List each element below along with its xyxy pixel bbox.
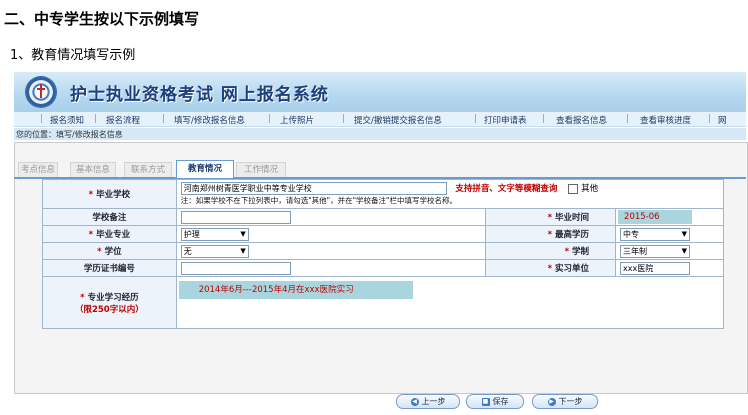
- tab-basic-info[interactable]: 基本信息: [70, 162, 116, 177]
- required-mark: *: [547, 230, 553, 240]
- nav-review-progress[interactable]: 查看审核进度: [640, 114, 691, 126]
- degree-level-select[interactable]: 中专 ▼: [620, 227, 691, 241]
- nav-separator: |: [626, 114, 629, 124]
- nav-more[interactable]: 网: [718, 114, 727, 126]
- experience-limit: （限250字以内）: [74, 304, 144, 315]
- breadcrumb: 您的位置：填写/修改报名信息: [14, 128, 746, 140]
- major-label: 毕业专业: [96, 230, 131, 240]
- degree-select[interactable]: 无 ▼: [180, 244, 249, 258]
- nav-separator: |: [40, 114, 43, 124]
- save-label: 保存: [492, 397, 509, 406]
- chevron-down-icon: ▼: [681, 229, 688, 238]
- arrow-left-icon: ◀: [410, 397, 419, 406]
- required-mark: *: [88, 190, 94, 200]
- chevron-down-icon: ▼: [240, 246, 246, 255]
- length-select-value: 三年制: [623, 246, 648, 256]
- required-mark: *: [564, 247, 570, 257]
- school-label-cell: * 毕业学校: [42, 179, 177, 209]
- degree-select-value: 无: [183, 246, 192, 256]
- internship-label-cell: * 实习单位: [485, 259, 617, 277]
- site-title: 护士执业资格考试 网上报名系统: [70, 85, 329, 105]
- top-navigation: | 报名须知 | 报名流程 | 填写/修改报名信息 | 上传照片 | 提交/撤销…: [14, 112, 746, 127]
- degree-label-cell: * 学位: [42, 242, 177, 260]
- cert-no-input[interactable]: [180, 261, 291, 275]
- nav-separator: |: [94, 114, 97, 124]
- nav-registration-notice[interactable]: 报名须知: [50, 114, 84, 126]
- length-select[interactable]: 三年制 ▼: [620, 244, 691, 258]
- internship-label: 实习单位: [555, 264, 590, 274]
- length-label-cell: * 学制: [485, 242, 617, 260]
- nav-registration-process[interactable]: 报名流程: [106, 114, 140, 126]
- school-label: 毕业学校: [96, 190, 131, 200]
- tab-work[interactable]: 工作情况: [236, 162, 286, 177]
- chevron-down-icon: ▼: [681, 246, 688, 255]
- internship-input[interactable]: xxx医院: [620, 261, 691, 275]
- required-mark: *: [547, 213, 553, 223]
- nav-upload-photo[interactable]: 上传照片: [280, 114, 314, 126]
- required-mark: *: [80, 292, 85, 303]
- other-checkbox-label: 其他: [581, 184, 599, 194]
- chevron-down-icon: ▼: [240, 229, 246, 238]
- floppy-disk-icon: ■: [481, 397, 490, 406]
- experience-textarea[interactable]: 2014年6月---2015年4月在xxx医院实习: [178, 281, 413, 299]
- degree-label: 学位: [104, 247, 122, 257]
- nav-separator: |: [268, 114, 271, 124]
- nav-submit-withdraw[interactable]: 提交/撤销提交报名信息: [354, 114, 442, 126]
- school-remark-input[interactable]: [180, 210, 291, 224]
- nav-separator: |: [162, 114, 165, 124]
- major-label-cell: * 毕业专业: [42, 225, 177, 243]
- school-note: 注：如果学校不在下拉列表中，请勾选"其他"，并在"学校备注"栏中填写学校名称。: [180, 196, 457, 205]
- experience-label: 专业学习经历: [87, 292, 139, 303]
- school-input[interactable]: 河南郑州树青医学职业中等专业学校: [180, 182, 447, 195]
- grad-time-input[interactable]: 2015-06: [618, 210, 693, 224]
- degree-level-label-cell: * 最高学历: [485, 225, 617, 243]
- prev-step-button[interactable]: ◀ 上一步: [396, 394, 460, 409]
- tab-contact[interactable]: 联系方式: [124, 162, 172, 177]
- major-select-value: 护理: [183, 229, 200, 239]
- nav-separator: |: [708, 114, 711, 124]
- tab-exam-site[interactable]: 考点信息: [18, 162, 58, 177]
- nav-separator: |: [542, 114, 545, 124]
- school-remark-label: 学校备注: [42, 208, 177, 226]
- experience-label-cell: * 专业学习经历 （限250字以内）: [42, 276, 177, 329]
- nav-print-application[interactable]: 打印申请表: [484, 114, 527, 126]
- nav-separator: |: [342, 114, 345, 124]
- school-cell: 河南郑州树青医学职业中等专业学校 支持拼音、文字等模糊查询 其他 注：如果学校不…: [175, 179, 725, 209]
- required-mark: *: [547, 264, 553, 274]
- grad-time-label-cell: * 毕业时间: [485, 208, 617, 226]
- degree-level-select-value: 中专: [623, 229, 640, 239]
- nav-separator: |: [474, 114, 477, 124]
- school-search-hint: 支持拼音、文字等模糊查询: [455, 184, 558, 194]
- cert-no-label: 学历证书编号: [42, 259, 177, 277]
- length-label: 学制: [572, 247, 590, 257]
- logo-cross-icon: [37, 84, 45, 98]
- degree-level-label: 最高学历: [555, 230, 590, 240]
- experience-cell: 2014年6月---2015年4月在xxx医院实习: [175, 276, 725, 329]
- major-select[interactable]: 护理 ▼: [180, 227, 249, 241]
- other-checkbox[interactable]: [568, 183, 579, 194]
- tab-education[interactable]: 教育情况: [176, 160, 234, 178]
- document-subheading: 1、教育情况填写示例: [10, 48, 136, 63]
- grad-time-label: 毕业时间: [555, 213, 590, 223]
- breadcrumb-text: 您的位置：填写/修改报名信息: [16, 130, 123, 139]
- next-step-button[interactable]: ▶ 下一步: [532, 394, 598, 409]
- required-mark: *: [88, 230, 94, 240]
- save-button[interactable]: ■ 保存: [466, 394, 524, 409]
- nav-view-info[interactable]: 查看报名信息: [556, 114, 607, 126]
- required-mark: *: [97, 247, 102, 257]
- education-form: * 毕业学校 河南郑州树青医学职业中等专业学校 支持拼音、文字等模糊查询 其他 注…: [42, 179, 725, 329]
- document-heading: 二、中专学生按以下示例填写: [4, 10, 200, 28]
- prev-step-label: 上一步: [421, 397, 446, 406]
- arrow-right-icon: ▶: [547, 397, 556, 406]
- next-step-label: 下一步: [558, 397, 583, 406]
- nav-edit-info[interactable]: 填写/修改报名信息: [174, 114, 245, 126]
